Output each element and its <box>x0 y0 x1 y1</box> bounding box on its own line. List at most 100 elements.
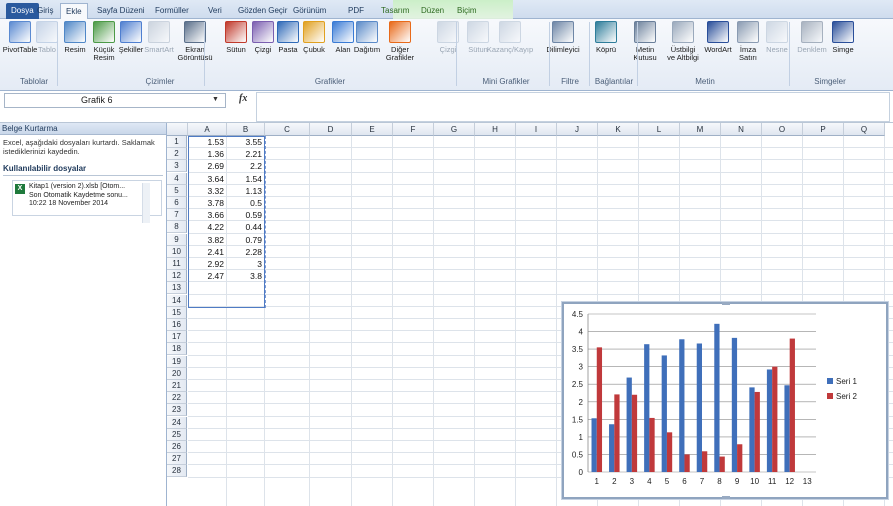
cell-B9[interactable]: 0.79 <box>227 234 265 246</box>
tab-ekle[interactable]: Ekle <box>60 3 88 19</box>
chart-resize-handle[interactable] <box>722 496 730 499</box>
bar-seri-1-10[interactable] <box>749 387 755 472</box>
formula-input[interactable] <box>256 92 890 122</box>
cell-A12[interactable]: 2.47 <box>188 270 227 282</box>
worksheet-grid[interactable]: A B C D E F G H I J K L M N O P Q 1 2 3 4 5 6 7 8 9 10 11 12 13 14 15 16… <box>167 123 893 506</box>
ribbon-button-win-loss[interactable]: Kazanç/Kayıp <box>487 21 533 54</box>
row-header[interactable]: 9 <box>167 233 187 246</box>
column-header[interactable]: C <box>265 123 310 136</box>
cell-B7[interactable]: 0.59 <box>227 209 265 221</box>
cell-B1[interactable]: 3.55 <box>227 136 265 148</box>
column-header[interactable]: E <box>352 123 393 136</box>
bar-seri-1-9[interactable] <box>731 337 738 472</box>
row-header[interactable]: 22 <box>167 392 187 405</box>
cell-A2[interactable]: 1.36 <box>188 148 227 160</box>
insert-function-icon[interactable]: fx <box>239 93 247 104</box>
column-header[interactable]: L <box>639 123 680 136</box>
ribbon-button-pivottable[interactable]: PivotTable <box>3 21 37 54</box>
cell-A11[interactable]: 2.92 <box>188 258 227 270</box>
embedded-chart[interactable]: 0 0.5 1 1.5 2 2.5 3 3.5 4 4.5 1 2 3 4 5 6 7 8 9 10 11 12 13 Ser… <box>561 301 889 500</box>
column-header[interactable]: F <box>393 123 434 136</box>
ribbon-button-column-chart[interactable]: Sütun <box>221 21 251 54</box>
column-header[interactable]: B <box>227 123 265 136</box>
ribbon-button-sparkline-line[interactable]: Çizgi <box>433 21 463 54</box>
cell-A8[interactable]: 4.22 <box>188 221 227 233</box>
bar-seri-1-5[interactable] <box>661 355 667 472</box>
bar-seri-1-12[interactable] <box>784 385 790 472</box>
column-header[interactable]: I <box>516 123 557 136</box>
column-header[interactable]: O <box>762 123 803 136</box>
row-header[interactable]: 7 <box>167 209 187 222</box>
column-header[interactable]: G <box>434 123 475 136</box>
ribbon-button-scatter-chart[interactable]: Dağıtım <box>352 21 382 54</box>
cell-B4[interactable]: 1.54 <box>227 173 265 185</box>
row-header[interactable]: 20 <box>167 367 187 380</box>
bar-seri-2-6[interactable] <box>684 454 690 472</box>
bar-seri-2-2[interactable] <box>614 394 620 472</box>
row-header[interactable]: 2 <box>167 148 187 161</box>
legend-label[interactable]: Seri 1 <box>836 377 857 386</box>
ribbon-button-header-footer[interactable]: Üstbilgi ve Altbilgi <box>667 21 699 62</box>
ribbon-button-slicer[interactable]: Dilimleyici <box>546 21 580 54</box>
row-header[interactable]: 28 <box>167 465 187 478</box>
ribbon-button-picture[interactable]: Resim <box>60 21 90 54</box>
column-header[interactable]: J <box>557 123 598 136</box>
column-header[interactable]: H <box>475 123 516 136</box>
tab-g-zden-ge-ir[interactable]: Gözden Geçir <box>233 3 292 19</box>
row-header[interactable]: 17 <box>167 331 187 344</box>
row-header[interactable]: 19 <box>167 355 187 368</box>
row-header[interactable]: 6 <box>167 197 187 209</box>
bar-seri-2-10[interactable] <box>754 391 760 472</box>
cell-A7[interactable]: 3.66 <box>188 209 227 221</box>
tab-pdf[interactable]: PDF <box>343 3 369 19</box>
ribbon-button-smartart[interactable]: SmartArt <box>144 21 174 54</box>
cell-B10[interactable]: 2.28 <box>227 246 265 258</box>
cell-B11[interactable]: 3 <box>227 258 265 270</box>
ribbon-button-clip-art[interactable]: Küçük Resim <box>89 21 119 62</box>
tab-tasar-m[interactable]: Tasarım <box>376 3 414 19</box>
row-header[interactable]: 21 <box>167 380 187 392</box>
bar-seri-1-8[interactable] <box>714 323 720 472</box>
bar-seri-1-4[interactable] <box>644 344 650 472</box>
select-all-corner[interactable] <box>167 123 188 136</box>
recovered-file-item[interactable]: X Kitap1 (version 2).xlsb [Otom... Son O… <box>12 180 162 216</box>
name-box-dropdown-icon[interactable]: ▼ <box>212 96 219 103</box>
bar-seri-1-7[interactable] <box>696 343 702 472</box>
ribbon-button-object[interactable]: Nesne <box>762 21 792 54</box>
cell-A3[interactable]: 2.69 <box>188 160 227 172</box>
ribbon-button-screenshot[interactable]: Ekran Görüntüsü <box>177 21 213 62</box>
bar-seri-1-6[interactable] <box>679 339 685 472</box>
row-header[interactable]: 14 <box>167 294 187 307</box>
row-header[interactable]: 23 <box>167 404 187 417</box>
ribbon-button-equation[interactable]: Denklem <box>797 21 827 54</box>
ribbon-button-bar-chart[interactable]: Çubuk <box>299 21 329 54</box>
cell-A1[interactable]: 1.53 <box>188 136 227 148</box>
row-header[interactable]: 24 <box>167 416 187 429</box>
cell-B6[interactable]: 0.5 <box>227 197 265 209</box>
row-header[interactable]: 13 <box>167 282 187 295</box>
bar-seri-2-7[interactable] <box>702 451 708 472</box>
name-box[interactable]: Grafik 6 <box>4 93 226 108</box>
row-header[interactable]: 3 <box>167 160 187 173</box>
tab-giri-[interactable]: Giriş <box>32 3 58 19</box>
column-header[interactable]: N <box>721 123 762 136</box>
cell-A6[interactable]: 3.78 <box>188 197 227 209</box>
column-header[interactable]: M <box>680 123 721 136</box>
bar-seri-1-11[interactable] <box>766 369 773 472</box>
cell-B12[interactable]: 3.8 <box>227 270 265 282</box>
cell-A10[interactable]: 2.41 <box>188 246 227 258</box>
row-header[interactable]: 25 <box>167 428 187 441</box>
ribbon-button-signature[interactable]: İmza Satırı <box>733 21 763 62</box>
bar-seri-1-2[interactable] <box>609 424 615 472</box>
ribbon-button-text-box[interactable]: Metin Kutusu <box>630 21 660 62</box>
tab-g-r-n-m[interactable]: Görünüm <box>288 3 331 19</box>
bar-seri-1-3[interactable] <box>626 377 632 472</box>
cell-B8[interactable]: 0.44 <box>227 221 265 233</box>
cell-B2[interactable]: 2.21 <box>227 148 265 160</box>
tab-form-ller[interactable]: Formüller <box>150 3 194 19</box>
bar-seri-2-12[interactable] <box>789 338 795 472</box>
tab-bi-im[interactable]: Biçim <box>452 3 482 19</box>
cell-B3[interactable]: 2.2 <box>227 160 265 172</box>
bar-seri-2-3[interactable] <box>631 394 638 472</box>
cell-A5[interactable]: 3.32 <box>188 185 227 197</box>
